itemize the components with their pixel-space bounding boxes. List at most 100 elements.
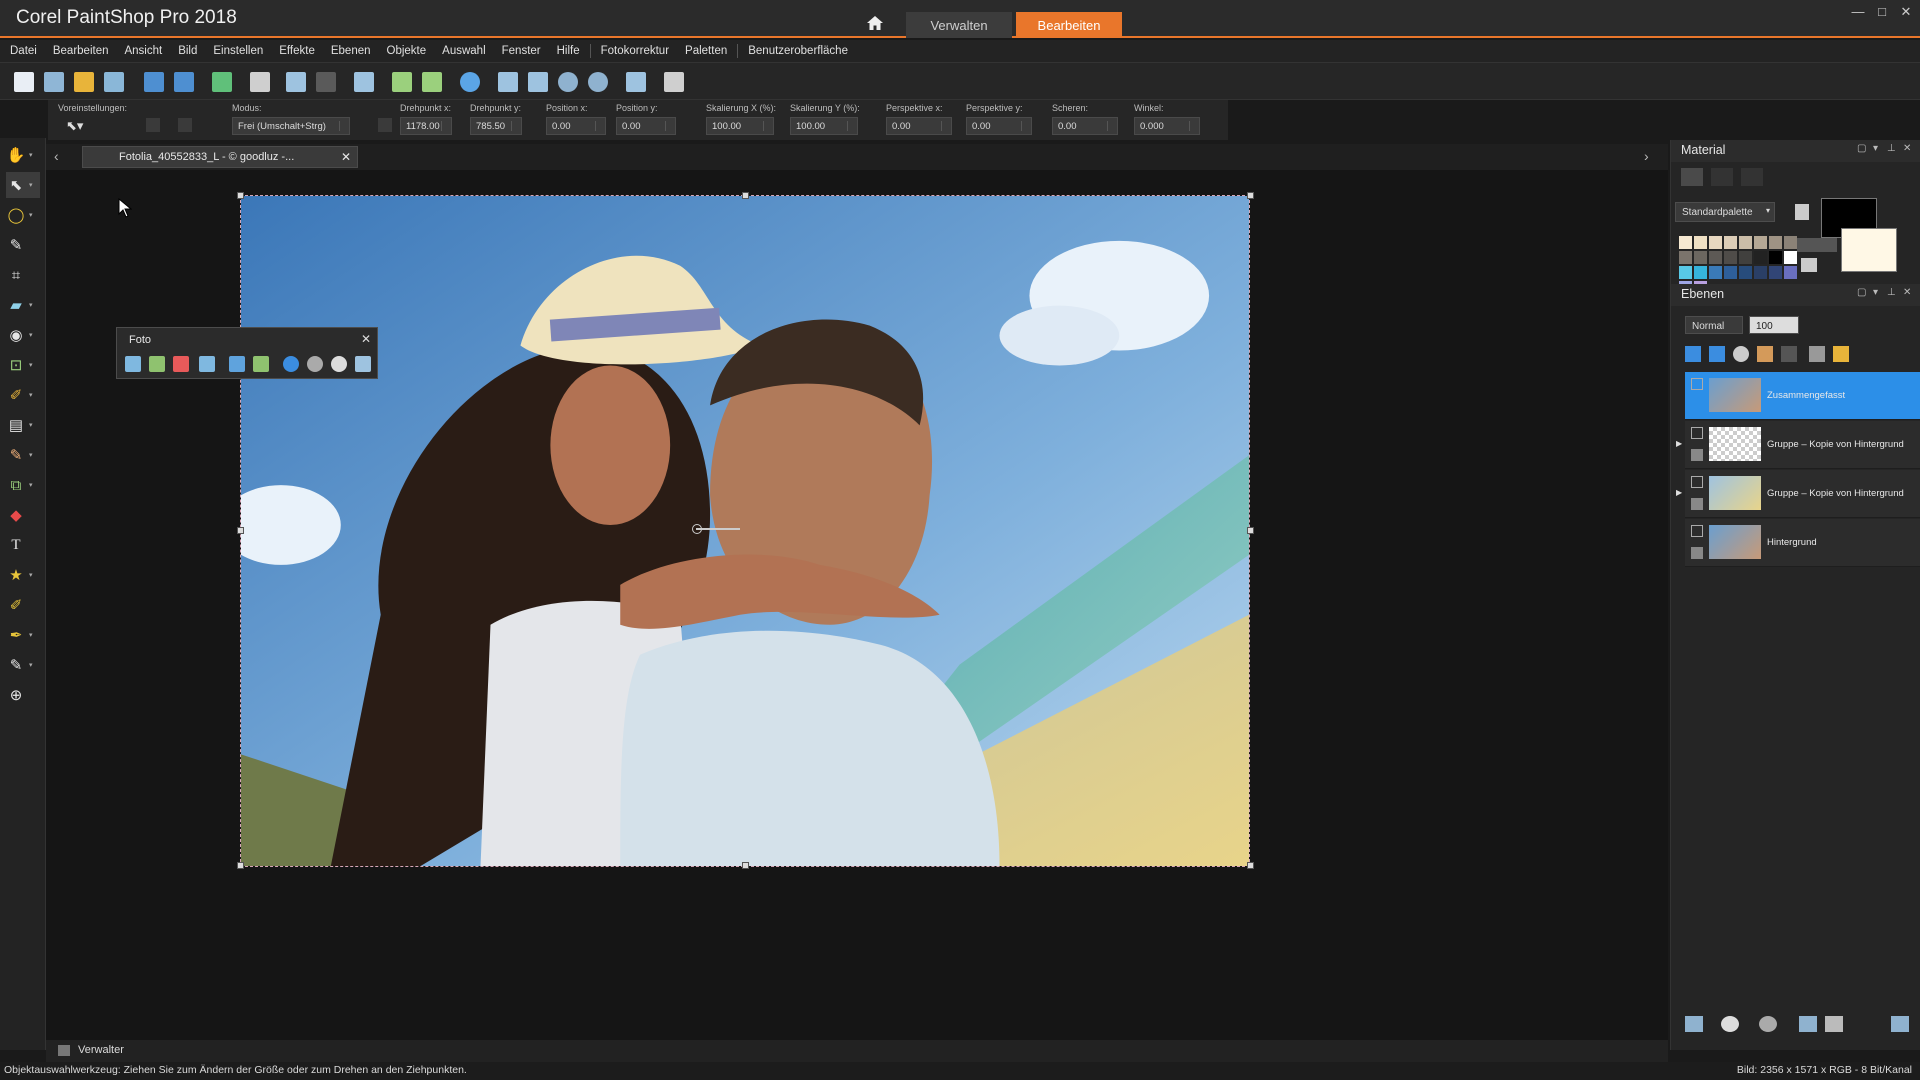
visibility-toggle[interactable]: [1691, 476, 1703, 488]
text-tool[interactable]: T: [6, 532, 40, 558]
fit-image-icon[interactable]: [528, 72, 548, 92]
panel-options-icon[interactable]: ▢: [1857, 143, 1866, 154]
save-as-icon[interactable]: [174, 72, 194, 92]
panel-pin-icon[interactable]: ⊥: [1887, 287, 1896, 298]
palette-options-icon[interactable]: [1795, 204, 1809, 220]
close-window-button[interactable]: ✕: [1896, 4, 1916, 20]
scale-y-field[interactable]: 100.00: [790, 117, 858, 135]
shape-tool[interactable]: ★ ▾: [6, 562, 40, 588]
color-swatch[interactable]: [1724, 251, 1737, 264]
photo-image[interactable]: [240, 195, 1250, 867]
tab-manage[interactable]: Verwalten: [906, 12, 1012, 38]
color-swatch[interactable]: [1724, 236, 1737, 249]
eraser-tool[interactable]: ✎ ▾: [6, 442, 40, 468]
rotate-left-icon[interactable]: [392, 72, 412, 92]
tabs-next-button[interactable]: ›: [1644, 148, 1649, 164]
fit-window-icon[interactable]: [498, 72, 518, 92]
paint-brush-tool[interactable]: ✐: [6, 592, 40, 618]
color-swatch[interactable]: [1739, 251, 1752, 264]
layer-checkbox[interactable]: [1691, 547, 1703, 559]
new-adjustment-layer-icon[interactable]: [1709, 346, 1725, 362]
close-document-icon[interactable]: ✕: [341, 150, 351, 164]
red-eye-icon[interactable]: [173, 356, 189, 372]
angle-field[interactable]: 0.000: [1134, 117, 1200, 135]
layer-checkbox[interactable]: [1691, 449, 1703, 461]
adjustment-icon[interactable]: [1721, 1016, 1739, 1032]
color-swatch[interactable]: [1784, 266, 1797, 279]
handle-top-right[interactable]: [1247, 192, 1254, 199]
rotate-right-icon[interactable]: [422, 72, 442, 92]
color-wheel-tab[interactable]: [1741, 168, 1763, 186]
straighten-tool[interactable]: ▰ ▾: [6, 292, 40, 318]
tab-edit[interactable]: Bearbeiten: [1016, 12, 1122, 38]
open-folder-icon[interactable]: [74, 72, 94, 92]
apply-icon[interactable]: [178, 118, 192, 132]
menu-selections[interactable]: Auswahl: [442, 45, 485, 57]
photo-palette-close-icon[interactable]: ✕: [361, 332, 371, 346]
duplicate-layer-icon[interactable]: [1799, 1016, 1817, 1032]
layer-row[interactable]: Zusammengefasst: [1685, 372, 1920, 420]
menu-image[interactable]: Bild: [178, 45, 197, 57]
color-swatch[interactable]: [1769, 236, 1782, 249]
brush-tool[interactable]: ✐ ▾: [6, 382, 40, 408]
color-swatch[interactable]: [1694, 266, 1707, 279]
link-icon[interactable]: [1809, 346, 1825, 362]
new-file-icon[interactable]: [14, 72, 34, 92]
maximize-button[interactable]: □: [1872, 4, 1892, 20]
expand-arrow-icon[interactable]: ▶: [1676, 488, 1682, 497]
menu-edit[interactable]: Bearbeiten: [53, 45, 109, 57]
panel-options-icon[interactable]: ▢: [1857, 287, 1866, 298]
color-swatch[interactable]: [1709, 266, 1722, 279]
perspective-x-field[interactable]: 0.00: [886, 117, 952, 135]
makeover-tool[interactable]: ⊡ ▾: [6, 352, 40, 378]
one-step-fix-icon[interactable]: [283, 356, 299, 372]
position-y-field[interactable]: 0.00: [616, 117, 676, 135]
share-icon[interactable]: [212, 72, 232, 92]
gradient-tool[interactable]: ▤ ▾: [6, 412, 40, 438]
dropper-tool[interactable]: ✎: [6, 232, 40, 258]
color-swatch[interactable]: [1709, 251, 1722, 264]
paste-options-icon[interactable]: [664, 72, 684, 92]
background-color[interactable]: [1841, 228, 1897, 272]
rotate-icon[interactable]: [125, 356, 141, 372]
handle-right[interactable]: [1247, 527, 1254, 534]
new-raster-layer-icon[interactable]: [1685, 1016, 1703, 1032]
menu-workspace[interactable]: Benutzeroberfläche: [748, 45, 848, 57]
scale-x-field[interactable]: 100.00: [706, 117, 774, 135]
panel-close-icon[interactable]: ✕: [1903, 143, 1911, 154]
handle-left[interactable]: [237, 527, 244, 534]
layer-row[interactable]: Hintergrund: [1685, 519, 1920, 567]
lock-icon[interactable]: [1833, 346, 1849, 362]
color-swatch[interactable]: [1724, 266, 1737, 279]
texture-toggles[interactable]: [1797, 238, 1837, 252]
menu-effects[interactable]: Effekte: [279, 45, 315, 57]
color-balance-icon[interactable]: [253, 356, 269, 372]
mask-icon[interactable]: [1781, 346, 1797, 362]
handle-top[interactable]: [742, 192, 749, 199]
expand-arrow-icon[interactable]: ▶: [1676, 439, 1682, 448]
menu-window[interactable]: Fenster: [502, 45, 541, 57]
redo-icon[interactable]: [316, 72, 336, 92]
clone-tool[interactable]: ⧉ ▾: [6, 472, 40, 498]
new-grid-icon[interactable]: [44, 72, 64, 92]
color-swatch[interactable]: [1694, 251, 1707, 264]
layer-row[interactable]: ▶ Gruppe – Kopie von Hintergrund: [1676, 421, 1920, 469]
handle-bottom-right[interactable]: [1247, 862, 1254, 869]
color-swatch[interactable]: [1694, 236, 1707, 249]
clarify-icon[interactable]: [331, 356, 347, 372]
palette-select[interactable]: Standardpalette ▾: [1675, 202, 1775, 222]
handle-top-left[interactable]: [237, 192, 244, 199]
visibility-toggle[interactable]: [1691, 525, 1703, 537]
color-swatch[interactable]: [1679, 266, 1692, 279]
scan-icon[interactable]: [104, 72, 124, 92]
fade-icon[interactable]: [229, 356, 245, 372]
panel-menu-icon[interactable]: ▾: [1873, 287, 1878, 298]
handle-bottom-left[interactable]: [237, 862, 244, 869]
layer-properties-icon[interactable]: [1891, 1016, 1909, 1032]
color-swatch[interactable]: [1739, 236, 1752, 249]
color-swatch[interactable]: [1754, 251, 1767, 264]
mode-select[interactable]: Frei (Umschalt+Strg): [232, 117, 350, 135]
menu-adjust[interactable]: Einstellen: [213, 45, 263, 57]
retouch-tool[interactable]: ✎ ▾: [6, 652, 40, 678]
layer-checkbox[interactable]: [1691, 498, 1703, 510]
